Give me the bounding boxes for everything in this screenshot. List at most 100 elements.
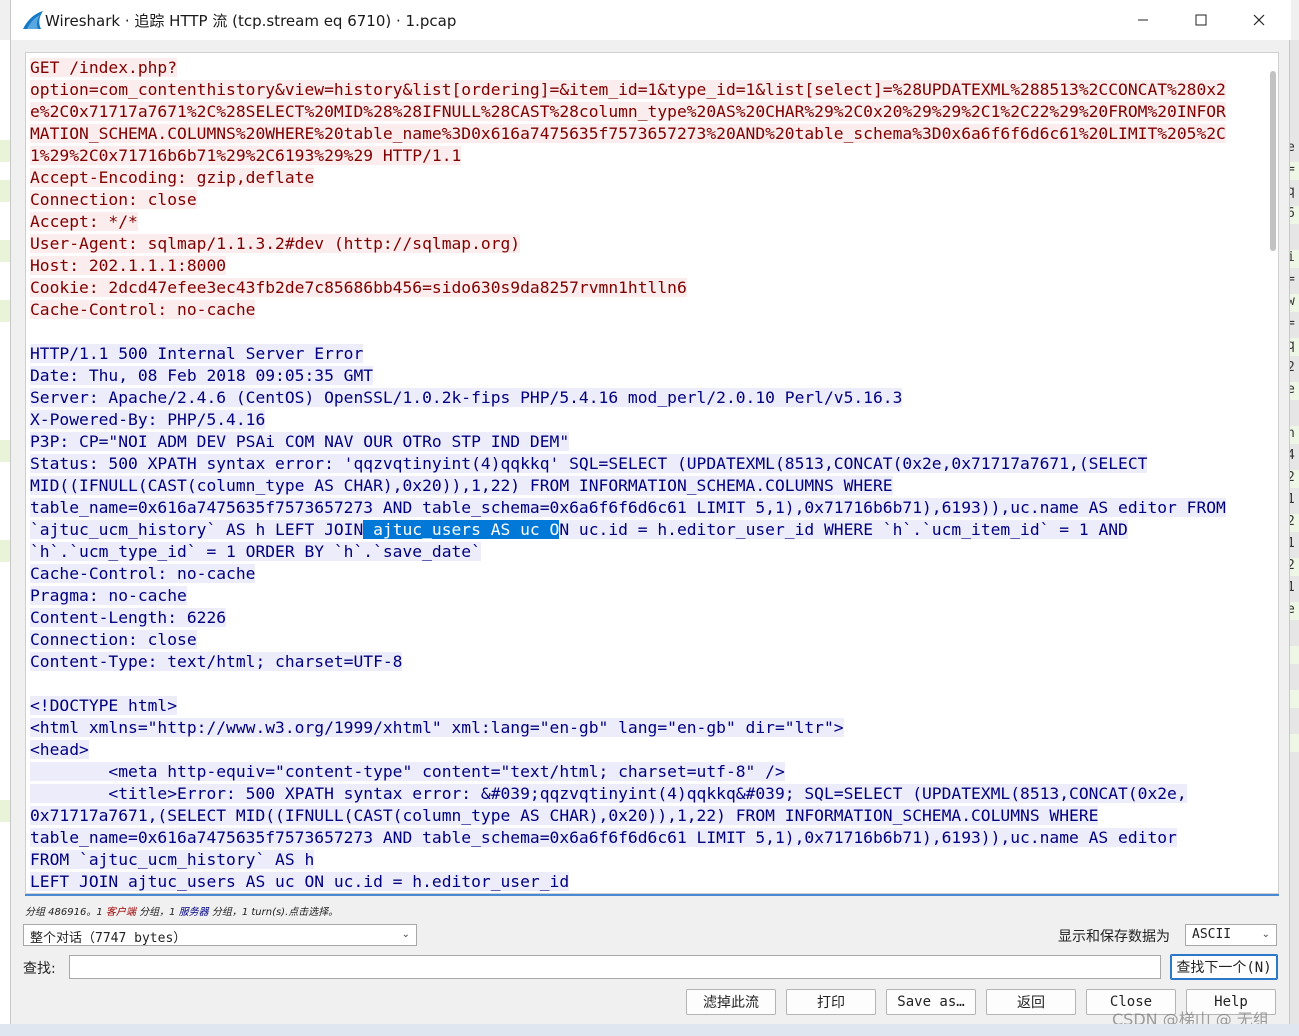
taskbar-strip	[0, 1024, 1299, 1036]
find-next-button[interactable]: 查找下一个(N)	[1170, 954, 1278, 980]
stream-line: Content-Length: 6226	[30, 607, 1252, 629]
stream-text-segment: MID((IFNULL(CAST(column_type AS CHAR),0x…	[30, 476, 893, 495]
stream-text-segment: Status: 500 XPATH syntax error: 'qqzvqti…	[30, 454, 1148, 473]
stream-line: Connection: close	[30, 189, 1252, 211]
stream-text-segment: HTTP/1.1 500 Internal Server Error	[30, 344, 364, 363]
stream-line: P3P: CP="NOI ADM DEV PSAi COM NAV OUR OT…	[30, 431, 1252, 453]
stream-line: FROM `ajtuc_ucm_history` AS h	[30, 849, 1252, 871]
save-as-button[interactable]: Save as…	[886, 989, 976, 1015]
stream-text-segment: Accept: */*	[30, 212, 138, 231]
stream-text-segment: Pragma: no-cache	[30, 586, 187, 605]
stream-line: 1%29%2C0x71716b6b71%29%2C6193%29%29 HTTP…	[30, 145, 1252, 167]
stream-content-text[interactable]: GET /index.php? option=com_contenthistory…	[25, 52, 1279, 894]
chevron-down-icon: ⌄	[401, 929, 410, 940]
stream-line: Content-Type: text/html; charset=UTF-8	[30, 651, 1252, 673]
stream-line: `ajtuc_ucm_history` AS h LEFT JOIN ajtuc…	[30, 519, 1252, 541]
selected-text: ajtuc_users AS uc O	[363, 520, 560, 539]
stream-text-segment: N uc.id = h.editor_user_id WHERE `h`.`uc…	[559, 520, 1128, 539]
stream-text-segment: GET /index.php?	[30, 58, 178, 77]
back-button[interactable]: 返回	[986, 989, 1076, 1015]
show-save-as-label: 显示和保存数据为	[1058, 929, 1170, 945]
print-button[interactable]: 打印	[786, 989, 876, 1015]
stream-text-segment: 1%29%2C0x71716b6b71%29%2C6193%29%29 HTTP…	[30, 146, 462, 165]
stream-line: <html xmlns="http://www.w3.org/1999/xhtm…	[30, 717, 1252, 739]
stream-panel-bottom-border	[25, 894, 1279, 896]
stream-line: Cookie: 2dcd47efee3ec43fb2de7c85686bb456…	[30, 277, 1252, 299]
status-server-word: 服务器	[178, 907, 209, 918]
stream-line: e%2C0x71717a7671%2C%28SELECT%20MID%28%28…	[30, 101, 1252, 123]
window-title: Wireshark · 追踪 HTTP 流 (tcp.stream eq 671…	[45, 12, 457, 30]
stream-line: table_name=0x616a7475635f7573657273 AND …	[30, 827, 1252, 849]
stream-text-segment: `ajtuc_ucm_history` AS h LEFT JOIN	[30, 520, 364, 539]
status-middle: 分组，1	[135, 907, 179, 918]
stream-line: LEFT JOIN ajtuc_users AS uc ON uc.id = h…	[30, 871, 1252, 893]
stream-line: Date: Thu, 08 Feb 2018 09:05:35 GMT	[30, 365, 1252, 387]
minimize-button[interactable]	[1114, 0, 1172, 40]
stream-text-segment: FROM `ajtuc_ucm_history` AS h	[30, 850, 315, 869]
stream-text-segment: <head>	[30, 740, 89, 759]
stream-line: HTTP/1.1 500 Internal Server Error	[30, 343, 1252, 365]
stream-line: <title>Error: 500 XPATH syntax error: &#…	[30, 783, 1252, 805]
find-label: 查找:	[23, 961, 56, 977]
stream-text-segment: Cache-Control: no-cache	[30, 564, 256, 583]
stream-text-segment: <meta http-equiv="content-type" content=…	[30, 762, 785, 781]
stream-line: `h`.`ucm_type_id` = 1 ORDER BY `h`.`save…	[30, 541, 1252, 563]
stream-text-segment: Cache-Control: no-cache	[30, 300, 256, 319]
stream-line: Status: 500 XPATH syntax error: 'qqzvqti…	[30, 453, 1252, 475]
data-format-select[interactable]: ASCII ⌄	[1185, 924, 1277, 946]
stream-text-segment: table_name=0x616a7475635f7573657273 AND …	[30, 828, 1177, 847]
stream-text-segment: Content-Length: 6226	[30, 608, 227, 627]
stream-line: <meta http-equiv="content-type" content=…	[30, 761, 1252, 783]
stream-text-segment: Connection: close	[30, 190, 197, 209]
find-input[interactable]	[69, 955, 1161, 979]
stream-line: Pragma: no-cache	[30, 585, 1252, 607]
conversation-select-value: 整个对话（7747 bytes）	[30, 931, 187, 946]
stream-text-segment: P3P: CP="NOI ADM DEV PSAi COM NAV OUR OT…	[30, 432, 570, 451]
close-window-button[interactable]	[1230, 0, 1288, 40]
stream-text-segment: e%2C0x71717a7671%2C%28SELECT%20MID%28%28…	[30, 102, 1226, 121]
stream-text-segment: Server: Apache/2.4.6 (CentOS) OpenSSL/1.…	[30, 388, 903, 407]
stream-text-segment: 0x71717a7671,(SELECT MID((IFNULL(CAST(co…	[30, 806, 1099, 825]
stream-line: Cache-Control: no-cache	[30, 563, 1252, 585]
stream-status-text: 分组 486916。1 客户端 分组，1 服务器 分组，1 turn(s).点击…	[25, 903, 338, 918]
stream-text-segment: <html xmlns="http://www.w3.org/1999/xhtm…	[30, 718, 844, 737]
stream-text-segment: <!DOCTYPE html>	[30, 696, 178, 715]
stream-line: MATION_SCHEMA.COLUMNS%20WHERE%20table_na…	[30, 123, 1252, 145]
stream-text-segment: Cookie: 2dcd47efee3ec43fb2de7c85686bb456…	[30, 278, 687, 297]
filter-out-stream-button[interactable]: 滤掉此流	[686, 989, 776, 1015]
stream-line: Accept-Encoding: gzip,deflate	[30, 167, 1252, 189]
stream-lines: GET /index.php? option=com_contenthistory…	[30, 57, 1252, 893]
stream-line	[30, 673, 1252, 695]
stream-text-segment: <title>Error: 500 XPATH syntax error: &#…	[30, 784, 1187, 803]
status-client-word: 客户端	[105, 907, 136, 918]
close-icon	[1253, 14, 1265, 26]
stream-line: GET /index.php?	[30, 57, 1252, 79]
stream-line: <!DOCTYPE html>	[30, 695, 1252, 717]
stream-text-segment: Content-Type: text/html; charset=UTF-8	[30, 652, 403, 671]
stream-line: MID((IFNULL(CAST(column_type AS CHAR),0x…	[30, 475, 1252, 497]
stream-line: Server: Apache/2.4.6 (CentOS) OpenSSL/1.…	[30, 387, 1252, 409]
vertical-scrollbar-thumb[interactable]	[1270, 71, 1276, 251]
stream-line: 0x71717a7671,(SELECT MID((IFNULL(CAST(co…	[30, 805, 1252, 827]
chevron-down-icon: ⌄	[1261, 929, 1270, 940]
stream-line: X-Powered-By: PHP/5.4.16	[30, 409, 1252, 431]
stream-line: option=com_contenthistory&view=history&l…	[30, 79, 1252, 101]
stream-line: Connection: close	[30, 629, 1252, 651]
stream-text-segment: Accept-Encoding: gzip,deflate	[30, 168, 315, 187]
stream-text-segment: option=com_contenthistory&view=history&l…	[30, 80, 1226, 99]
stream-text-segment: Connection: close	[30, 630, 197, 649]
stream-text-segment: User-Agent: sqlmap/1.1.3.2#dev (http://s…	[30, 234, 521, 253]
maximize-button[interactable]	[1172, 0, 1230, 40]
stream-text-segment: Host: 202.1.1.1:8000	[30, 256, 227, 275]
status-suffix: 分组，1 turn(s).点击选择。	[208, 907, 339, 918]
status-prefix: 分组 486916。1	[25, 907, 106, 918]
stream-text-segment: MATION_SCHEMA.COLUMNS%20WHERE%20table_na…	[30, 124, 1226, 143]
minimize-icon	[1138, 19, 1148, 21]
stream-text-segment: LEFT JOIN ajtuc_users AS uc ON uc.id = h…	[30, 872, 570, 891]
stream-line	[30, 321, 1252, 343]
format-select-value: ASCII	[1192, 927, 1232, 942]
stream-line: table_name=0x616a7475635f7573657273 AND …	[30, 497, 1252, 519]
conversation-direction-select[interactable]: 整个对话（7747 bytes） ⌄	[23, 924, 417, 946]
stream-line: Host: 202.1.1.1:8000	[30, 255, 1252, 277]
maximize-icon	[1195, 14, 1207, 26]
